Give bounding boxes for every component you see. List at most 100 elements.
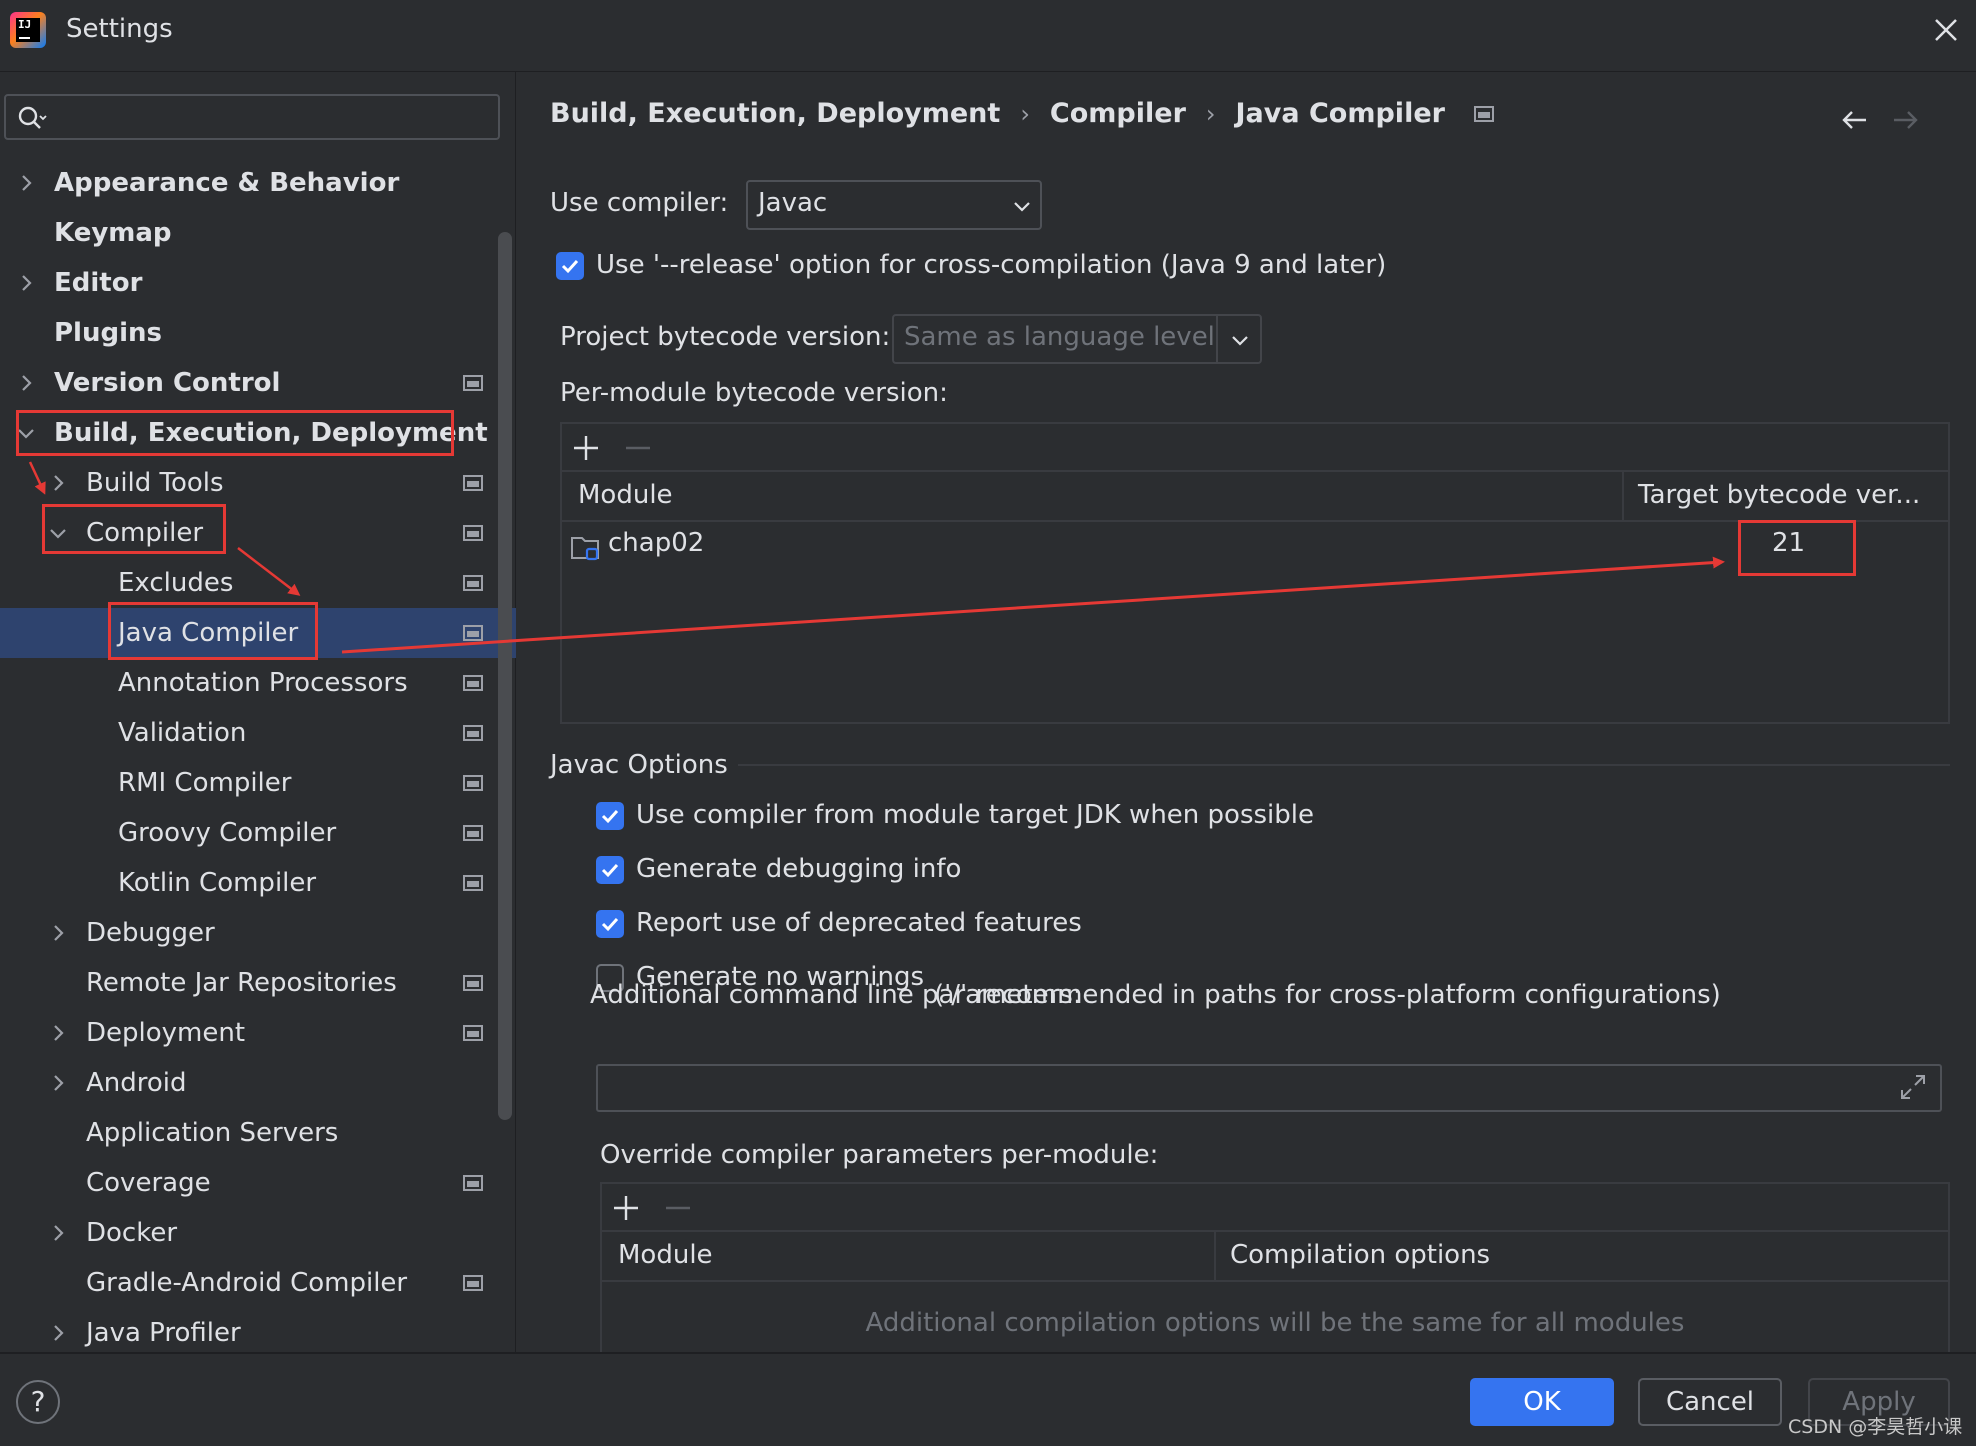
window-title: Settings — [66, 14, 173, 44]
compiler-select[interactable]: Javac — [746, 180, 1042, 230]
sidebar-item-label: Plugins — [54, 318, 162, 348]
project-scope-icon — [463, 775, 483, 791]
breadcrumb-separator: › — [1205, 99, 1216, 128]
sidebar-item[interactable]: Build Tools — [0, 458, 516, 508]
project-scope-icon — [463, 625, 483, 641]
project-scope-icon — [463, 525, 483, 541]
sidebar-item-label: Build Tools — [86, 468, 224, 498]
combo-divider — [1216, 316, 1218, 362]
sidebar-item-label: Editor — [54, 268, 143, 298]
sidebar-item[interactable]: Groovy Compiler — [0, 808, 516, 858]
project-scope-icon — [463, 1025, 483, 1041]
chevron-right-icon[interactable] — [46, 1021, 70, 1045]
chevron-right-icon[interactable] — [14, 171, 38, 195]
sidebar-item[interactable]: RMI Compiler — [0, 758, 516, 808]
chevron-right-icon[interactable] — [46, 1321, 70, 1345]
intellij-logo-icon: IJ — [10, 12, 46, 48]
javac-option-label: Report use of deprecated features — [636, 908, 1082, 938]
remove-icon[interactable] — [664, 1194, 692, 1222]
sidebar-item[interactable]: Deployment — [0, 1008, 516, 1058]
column-header-module[interactable]: Module — [618, 1240, 713, 1270]
sidebar-item[interactable]: Android — [0, 1058, 516, 1108]
project-scope-icon — [463, 725, 483, 741]
sidebar-item[interactable]: Version Control — [0, 358, 516, 408]
sidebar-item[interactable]: Appearance & Behavior — [0, 158, 516, 208]
sidebar-item[interactable]: Validation — [0, 708, 516, 758]
override-table: Module Compilation options Additional co… — [600, 1182, 1950, 1352]
close-icon[interactable] — [1928, 12, 1964, 48]
add-icon[interactable] — [572, 434, 600, 462]
release-option-label: Use '--release' option for cross-compila… — [596, 250, 1387, 280]
column-header-target[interactable]: Target bytecode ver... — [1638, 480, 1920, 510]
sidebar-item[interactable]: Application Servers — [0, 1108, 516, 1158]
sidebar-item[interactable]: Kotlin Compiler — [0, 858, 516, 908]
sidebar-item-label: Docker — [86, 1218, 178, 1248]
table-toolbar — [562, 424, 1948, 472]
sidebar-item[interactable]: Remote Jar Repositories — [0, 958, 516, 1008]
sidebar-scrollbar[interactable] — [498, 232, 512, 1120]
annotation-box-build — [16, 410, 454, 456]
cancel-button[interactable]: Cancel — [1638, 1378, 1782, 1426]
sidebar-item[interactable]: Editor — [0, 258, 516, 308]
chevron-right-icon[interactable] — [46, 921, 70, 945]
chevron-right-icon[interactable] — [14, 271, 38, 295]
sidebar-item-label: Annotation Processors — [118, 668, 408, 698]
override-label: Override compiler parameters per-module: — [600, 1140, 1159, 1170]
sidebar-item[interactable]: Debugger — [0, 908, 516, 958]
project-bytecode-select[interactable]: Same as language level — [892, 314, 1262, 364]
sidebar-item[interactable]: Coverage — [0, 1158, 516, 1208]
sidebar-item-label: Debugger — [86, 918, 215, 948]
sidebar-item[interactable]: Java Profiler — [0, 1308, 516, 1358]
settings-content: Build, Execution, Deployment › Compiler … — [516, 72, 1976, 1352]
column-header-compilation-options[interactable]: Compilation options — [1230, 1240, 1490, 1270]
table-toolbar — [602, 1184, 1948, 1232]
title-bar: IJ Settings — [0, 0, 1976, 72]
sidebar-item[interactable]: Keymap — [0, 208, 516, 258]
release-option-checkbox[interactable] — [556, 252, 584, 280]
breadcrumb-item[interactable]: Compiler — [1050, 98, 1186, 129]
annotation-box-java-compiler — [108, 602, 318, 660]
sidebar-item-label: Gradle-Android Compiler — [86, 1268, 408, 1298]
project-scope-icon — [463, 475, 483, 491]
chevron-right-icon[interactable] — [46, 1071, 70, 1095]
chevron-down-icon — [1232, 336, 1248, 346]
additional-params-input[interactable] — [596, 1064, 1942, 1112]
javac-option-label: Use compiler from module target JDK when… — [636, 800, 1314, 830]
column-header-module[interactable]: Module — [578, 480, 673, 510]
table-header: Module Compilation options — [602, 1232, 1948, 1282]
project-bytecode-label: Project bytecode version: — [560, 322, 891, 352]
chevron-right-icon[interactable] — [46, 1221, 70, 1245]
javac-option-checkbox[interactable] — [596, 802, 624, 830]
module-folder-icon — [571, 537, 599, 561]
sidebar-item[interactable]: Gradle-Android Compiler — [0, 1258, 516, 1308]
forward-arrow-icon[interactable] — [1890, 106, 1922, 134]
sidebar-item-label: Deployment — [86, 1018, 246, 1048]
project-scope-icon — [463, 1175, 483, 1191]
sidebar-item[interactable]: Plugins — [0, 308, 516, 358]
javac-option-checkbox[interactable] — [596, 856, 624, 884]
annotation-box-target-bytecode — [1738, 520, 1856, 576]
remove-icon[interactable] — [624, 434, 652, 462]
sidebar-item[interactable]: Excludes — [0, 558, 516, 608]
settings-sidebar: Appearance & Behavior Keymap Editor Plugins… — [0, 72, 516, 1352]
chevron-right-icon[interactable] — [46, 471, 70, 495]
chevron-right-icon[interactable] — [14, 371, 38, 395]
expand-icon[interactable] — [1898, 1072, 1928, 1102]
compiler-select-value: Javac — [758, 188, 828, 218]
project-scope-icon — [463, 375, 483, 391]
sidebar-item-label: Application Servers — [86, 1118, 339, 1148]
sidebar-item-label: Groovy Compiler — [118, 818, 337, 848]
sidebar-item-label: Keymap — [54, 218, 172, 248]
ok-button[interactable]: OK — [1470, 1378, 1614, 1426]
javac-option-checkbox[interactable] — [596, 910, 624, 938]
help-button[interactable]: ? — [16, 1380, 60, 1424]
column-divider[interactable] — [1622, 472, 1624, 520]
column-divider[interactable] — [1214, 1232, 1216, 1280]
sidebar-item[interactable]: Annotation Processors — [0, 658, 516, 708]
add-icon[interactable] — [612, 1194, 640, 1222]
back-arrow-icon[interactable] — [1838, 106, 1870, 134]
breadcrumb-item[interactable]: Build, Execution, Deployment — [550, 98, 1000, 129]
settings-search-input[interactable] — [4, 94, 500, 140]
project-scope-icon — [463, 575, 483, 591]
sidebar-item[interactable]: Docker — [0, 1208, 516, 1258]
